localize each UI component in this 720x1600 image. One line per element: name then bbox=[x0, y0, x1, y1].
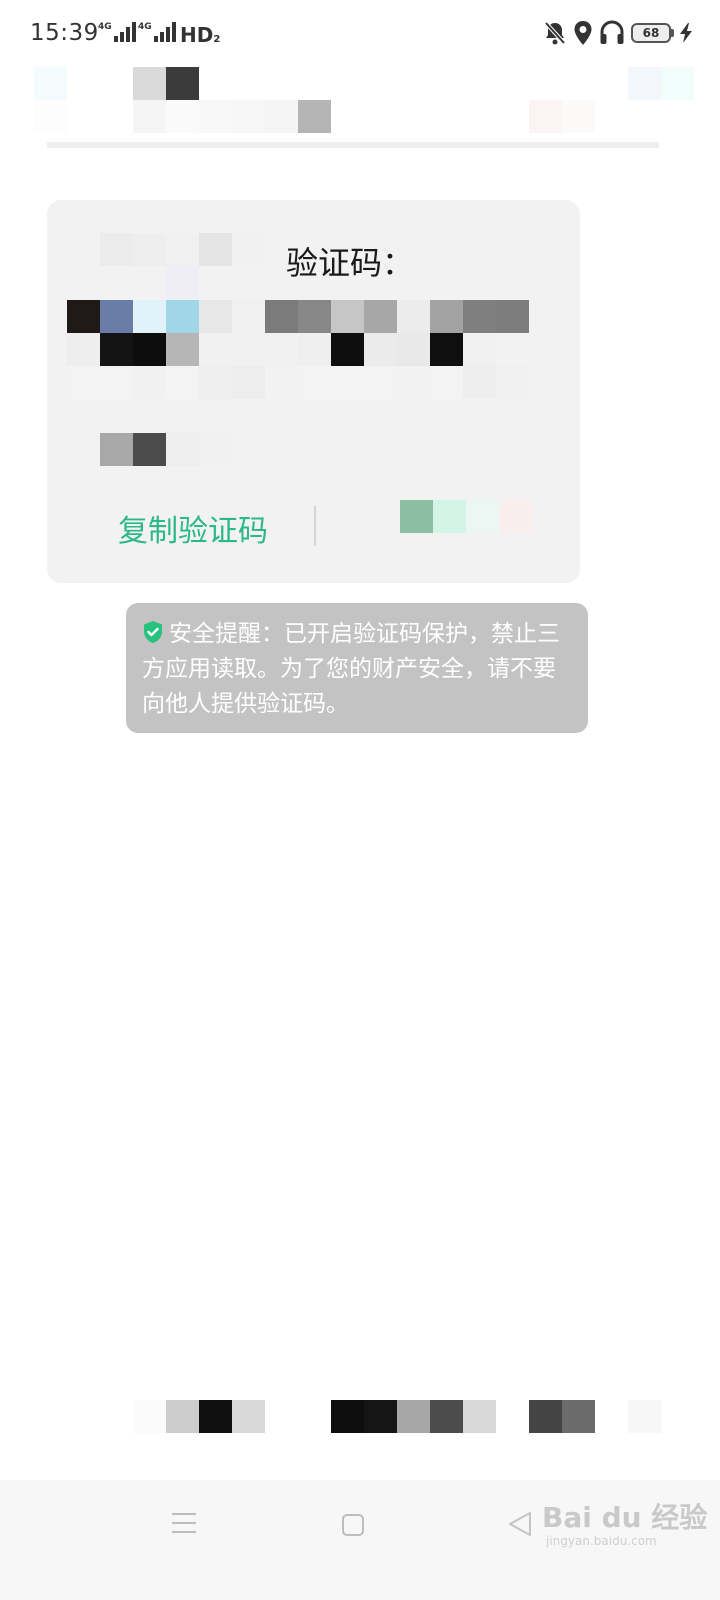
back-icon[interactable] bbox=[508, 1511, 532, 1537]
hd-indicator: HD2 bbox=[180, 23, 220, 47]
home-icon[interactable] bbox=[341, 1513, 365, 1537]
card-title: 验证码： bbox=[286, 244, 415, 282]
pixelated-message bbox=[67, 300, 529, 399]
pixelated-header bbox=[34, 67, 694, 133]
status-time: 15:39 bbox=[30, 20, 99, 46]
menu-icon[interactable] bbox=[171, 1512, 197, 1534]
security-toast: 安全提醒：已开启验证码保护，禁止三方应用读取。为了您的财产安全，请不要向他人提供… bbox=[126, 603, 588, 733]
battery-icon: 68 bbox=[631, 23, 674, 43]
hd-label: HD bbox=[180, 23, 214, 47]
battery-level: 68 bbox=[642, 26, 660, 40]
mute-bell-icon bbox=[544, 21, 566, 45]
pixelated-sender bbox=[100, 233, 265, 299]
signal-tag: 4G bbox=[98, 22, 112, 32]
watermark-url: jingyan.baidu.com bbox=[546, 1534, 657, 1548]
location-pin-icon bbox=[574, 21, 592, 45]
header-divider bbox=[47, 142, 659, 148]
pixelated-input-bar[interactable] bbox=[133, 1400, 661, 1433]
toast-text: 安全提醒：已开启验证码保护，禁止三方应用读取。为了您的财产安全，请不要向他人提供… bbox=[142, 621, 560, 717]
pixelated-action-button[interactable] bbox=[400, 500, 532, 533]
status-icons: 68 bbox=[543, 20, 692, 46]
headset-icon bbox=[600, 20, 624, 44]
hd-sub: 2 bbox=[213, 34, 221, 45]
status-bar: 15:39 4G 4G HD2 68 bbox=[0, 0, 720, 70]
screen: 15:39 4G 4G HD2 68 验证码： 复制验证码 安全提醒：已开启验证… bbox=[0, 0, 720, 1600]
pixelated-footer bbox=[100, 433, 232, 466]
signal-tag-2: 4G bbox=[138, 22, 152, 32]
signal-icon: 4G bbox=[98, 22, 136, 42]
shield-check-icon bbox=[144, 621, 162, 643]
signal-icon-2: 4G bbox=[138, 22, 176, 42]
charging-bolt-icon bbox=[680, 23, 692, 43]
watermark-logo: Bai du 经验 bbox=[542, 1501, 708, 1534]
card-divider bbox=[314, 506, 316, 546]
copy-code-button[interactable]: 复制验证码 bbox=[118, 506, 268, 550]
